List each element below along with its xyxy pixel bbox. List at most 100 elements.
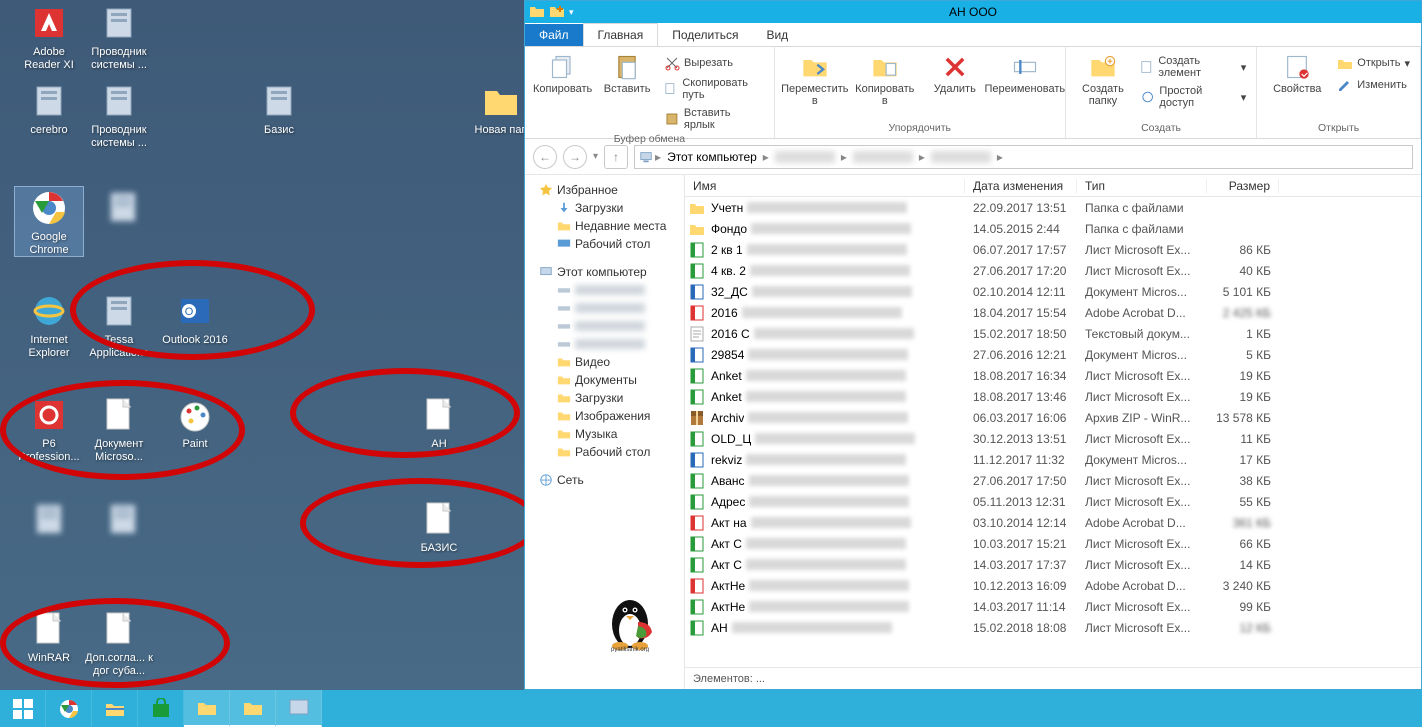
desktop-icon[interactable] [88,186,158,230]
nav-drive[interactable] [529,317,680,335]
rename-button[interactable]: Переименовать [993,49,1057,95]
column-headers[interactable]: Имя Дата изменения Тип Размер [685,175,1421,197]
copy-to-button[interactable]: Копировать в [853,49,917,107]
nav-computer[interactable]: Этот компьютер [529,263,680,281]
desktop-icon[interactable]: Доп.согла... к дог суба... [84,608,154,677]
taskbar-store[interactable] [138,690,184,727]
file-row[interactable]: rekviz11.12.2017 11:32Документ Micros...… [685,449,1421,470]
breadcrumb[interactable]: ▸ Этот компьютер ▸ ▸ ▸ ▸ [634,145,1413,169]
file-row[interactable]: 32_ДС02.10.2014 12:11Документ Micros...5… [685,281,1421,302]
file-row[interactable]: Акт С14.03.2017 17:37Лист Microsoft Ex..… [685,554,1421,575]
desktop-icon[interactable]: АН [404,394,474,451]
nav-videos[interactable]: Видео [529,353,680,371]
col-date[interactable]: Дата изменения [965,179,1077,193]
desktop-icon[interactable]: OOutlook 2016 [160,290,230,347]
desktop-icon[interactable]: Internet Explorer [14,290,84,359]
file-row[interactable]: Фондо14.05.2015 2:44Папка с файлами [685,218,1421,239]
easy-access-button[interactable]: Простой доступ ▾ [1138,83,1248,111]
file-row[interactable]: Адрес05.11.2013 12:31Лист Microsoft Ex..… [685,491,1421,512]
col-size[interactable]: Размер [1207,179,1279,193]
nav-drive[interactable] [529,281,680,299]
edit-button[interactable]: Изменить [1335,75,1412,95]
delete-button[interactable]: Удалить [923,49,987,95]
forward-button[interactable]: → [563,145,587,169]
desktop-icon[interactable]: P6 Profession... [14,394,84,463]
tab-file[interactable]: Файл [525,24,583,46]
desktop-icon[interactable]: Базис [244,80,314,137]
copy-path-button[interactable]: Скопировать путь [662,75,766,103]
taskbar-explorer-window[interactable] [184,690,230,727]
file-row[interactable]: Аванс27.06.2017 17:50Лист Microsoft Ex..… [685,470,1421,491]
qat-dropdown-icon[interactable]: ▾ [569,7,574,18]
cut-button[interactable]: Вырезать [662,53,766,73]
taskbar-explorer[interactable] [92,690,138,727]
up-button[interactable]: ↑ [604,145,628,169]
desktop-icon[interactable] [88,498,158,542]
col-type[interactable]: Тип [1077,179,1207,193]
properties-button[interactable]: Свойства [1265,49,1329,95]
desktop-icon[interactable]: Проводник системы ... [84,2,154,71]
desktop-icon[interactable]: cerebro [14,80,84,137]
desktop-icon[interactable]: Проводник системы ... [84,80,154,149]
new-folder-button[interactable]: Создать папку [1074,49,1132,107]
desktop-icon[interactable]: Tessa Applications [84,290,154,359]
history-dropdown[interactable]: ▾ [593,151,598,162]
nav-pictures[interactable]: Изображения [529,407,680,425]
file-row[interactable]: 201618.04.2017 15:54Adobe Acrobat D...2 … [685,302,1421,323]
copy-icon [549,53,577,81]
tab-share[interactable]: Поделиться [658,24,752,46]
file-row[interactable]: 2016 С15.02.2017 18:50Текстовый докум...… [685,323,1421,344]
file-row[interactable]: Акт на03.10.2014 12:14Adobe Acrobat D...… [685,512,1421,533]
file-list[interactable]: Учетн22.09.2017 13:51Папка с файламиФонд… [685,197,1421,667]
tab-view[interactable]: Вид [752,24,802,46]
file-row[interactable]: Archiv06.03.2017 16:06Архив ZIP - WinR..… [685,407,1421,428]
copy-button[interactable]: Копировать [533,49,592,95]
col-name[interactable]: Имя [685,179,965,193]
file-row[interactable]: АктНе14.03.2017 11:14Лист Microsoft Ex..… [685,596,1421,617]
nav-recent[interactable]: Недавние места [529,217,680,235]
file-row[interactable]: АН15.02.2018 18:08Лист Microsoft Ex...12… [685,617,1421,638]
nav-downloads2[interactable]: Загрузки [529,389,680,407]
nav-music[interactable]: Музыка [529,425,680,443]
new-folder-icon[interactable] [549,4,565,20]
new-item-button[interactable]: Создать элемент ▾ [1138,53,1248,81]
paste-button[interactable]: Вставить [598,49,656,95]
nav-favorites[interactable]: Избранное [529,181,680,199]
file-row[interactable]: Anket18.08.2017 16:34Лист Microsoft Ex..… [685,365,1421,386]
start-button[interactable] [0,690,46,727]
desktop-icon[interactable]: WinRAR [14,608,84,665]
desktop-icon[interactable]: Google Chrome [14,186,84,257]
nav-desktop[interactable]: Рабочий стол [529,235,680,253]
taskbar-app-window[interactable] [276,690,322,727]
back-button[interactable]: ← [533,145,557,169]
desktop-icon[interactable]: Adobe Reader XI [14,2,84,71]
paste-shortcut-button[interactable]: Вставить ярлык [662,105,766,133]
nav-downloads[interactable]: Загрузки [529,199,680,217]
desktop-icon[interactable]: БАЗИС [404,498,474,555]
tab-home[interactable]: Главная [583,23,659,46]
nav-drive[interactable] [529,299,680,317]
file-row[interactable]: 4 кв. 227.06.2017 17:20Лист Microsoft Ex… [685,260,1421,281]
taskbar-chrome[interactable] [46,690,92,727]
nav-desktop2[interactable]: Рабочий стол [529,443,680,461]
nav-documents[interactable]: Документы [529,371,680,389]
taskbar-explorer-window[interactable] [230,690,276,727]
file-row[interactable]: 2985427.06.2016 12:21Документ Micros...5… [685,344,1421,365]
file-row[interactable]: OLD_Ц30.12.2013 13:51Лист Microsoft Ex..… [685,428,1421,449]
desktop-icon[interactable]: Документ Microso... [84,394,154,463]
desktop-icon[interactable]: Paint [160,394,230,451]
file-row[interactable]: Anket18.08.2017 13:46Лист Microsoft Ex..… [685,386,1421,407]
desktop-icon[interactable] [14,498,84,542]
navigation-pane[interactable]: Избранное Загрузки Недавние места Рабочи… [525,175,685,689]
nav-drive[interactable] [529,335,680,353]
move-to-button[interactable]: Переместить в [783,49,847,107]
desktop[interactable]: Adobe Reader XIПроводник системы ...cere… [0,0,524,690]
titlebar[interactable]: ▾ АН ООО [525,1,1421,23]
nav-network[interactable]: Сеть [529,471,680,489]
open-button[interactable]: Открыть ▾ [1335,53,1412,73]
file-row[interactable]: 2 кв 106.07.2017 17:57Лист Microsoft Ex.… [685,239,1421,260]
taskbar[interactable] [0,690,1422,727]
file-row[interactable]: Акт С10.03.2017 15:21Лист Microsoft Ex..… [685,533,1421,554]
file-row[interactable]: АктНе10.12.2013 16:09Adobe Acrobat D...3… [685,575,1421,596]
file-row[interactable]: Учетн22.09.2017 13:51Папка с файлами [685,197,1421,218]
